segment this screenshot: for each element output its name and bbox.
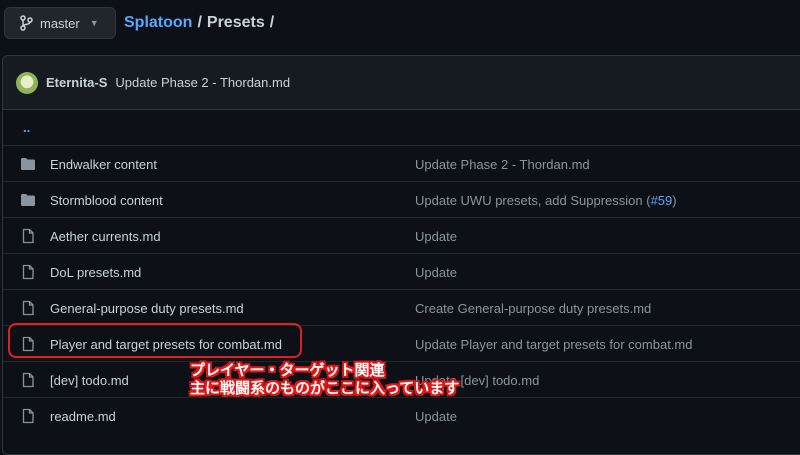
file-row[interactable]: General-purpose duty presets.md Create Ge…: [3, 289, 800, 326]
commit-message-text: Update: [415, 264, 457, 280]
file-icon: [20, 264, 36, 280]
file-name-link[interactable]: Aether currents.md: [50, 229, 161, 244]
file-name-link[interactable]: General-purpose duty presets.md: [50, 301, 244, 316]
commit-message-link[interactable]: Update: [415, 265, 457, 280]
file-row[interactable]: Endwalker content Update Phase 2 - Thorda…: [3, 145, 800, 182]
file-name-link[interactable]: Stormblood content: [50, 193, 163, 208]
annotation-line: プレイヤー・ターゲット関連: [190, 362, 385, 379]
file-icon: [20, 228, 36, 244]
commit-message-link[interactable]: Create General-purpose duty presets.md: [415, 301, 651, 316]
file-icon: [20, 372, 36, 388]
branch-selector-button[interactable]: master ▼: [4, 7, 116, 39]
commit-message[interactable]: Update Phase 2 - Thordan.md: [115, 75, 290, 90]
file-name-link[interactable]: Endwalker content: [50, 157, 157, 172]
git-branch-icon: [20, 15, 33, 31]
parent-directory-row[interactable]: ..: [3, 109, 800, 145]
commit-message-link[interactable]: Update Player and target presets for com…: [415, 337, 692, 352]
file-row[interactable]: Aether currents.md Update: [3, 217, 800, 254]
commit-message-text: Update UWU presets, add Suppression (: [415, 192, 651, 208]
file-row[interactable]: DoL presets.md Update: [3, 253, 800, 290]
commit-message-link[interactable]: Update: [415, 409, 457, 424]
breadcrumb-separator: /: [197, 14, 202, 31]
pull-request-link[interactable]: #59: [651, 193, 673, 208]
commit-message-link[interactable]: Update UWU presets, add Suppression (#59…: [415, 193, 677, 208]
avatar[interactable]: [16, 71, 38, 94]
file-icon: [20, 408, 36, 424]
file-name-link[interactable]: readme.md: [50, 409, 116, 424]
commit-message-text: Update: [415, 228, 457, 244]
commit-author[interactable]: Eternita-S: [46, 75, 107, 90]
file-row[interactable]: Stormblood content Update UWU presets, ad…: [3, 181, 800, 218]
file-row[interactable]: readme.md Update: [3, 397, 800, 434]
folder-icon: [20, 192, 36, 208]
commit-message-link[interactable]: Update Phase 2 - Thordan.md: [415, 157, 590, 172]
folder-icon: [20, 156, 36, 172]
commit-message-text: Create General-purpose duty presets.md: [415, 300, 652, 316]
commit-message-text: Update Phase 2 - Thordan.md: [415, 156, 590, 172]
breadcrumb-repo-link[interactable]: Splatoon: [124, 14, 192, 32]
file-icon: [20, 300, 36, 316]
latest-commit-bar: Eternita-S Update Phase 2 - Thordan.md: [3, 56, 800, 110]
chevron-down-icon: ▼: [89, 18, 99, 28]
top-bar: master ▼ Splatoon / Presets /: [0, 0, 800, 46]
breadcrumb-separator: /: [269, 14, 275, 31]
file-name-link[interactable]: [dev] todo.md: [50, 373, 129, 388]
commit-message-text: ): [672, 192, 677, 208]
commit-message-text: Update: [415, 408, 457, 424]
branch-label: master: [40, 15, 80, 31]
commit-message-text: Update Player and target presets for com…: [415, 336, 693, 352]
breadcrumb-folder: Presets: [206, 14, 265, 31]
annotation-line: 主に戦闘系のものがここに入っています: [190, 380, 460, 397]
breadcrumb: Splatoon / Presets /: [124, 14, 274, 32]
annotation-text: プレイヤー・ターゲット関連 主に戦闘系のものがここに入っています: [190, 362, 459, 398]
file-name-link[interactable]: DoL presets.md: [50, 265, 141, 280]
parent-directory-link[interactable]: ..: [23, 120, 30, 135]
commit-message-link[interactable]: Update: [415, 229, 457, 244]
highlight-box: [8, 323, 302, 358]
